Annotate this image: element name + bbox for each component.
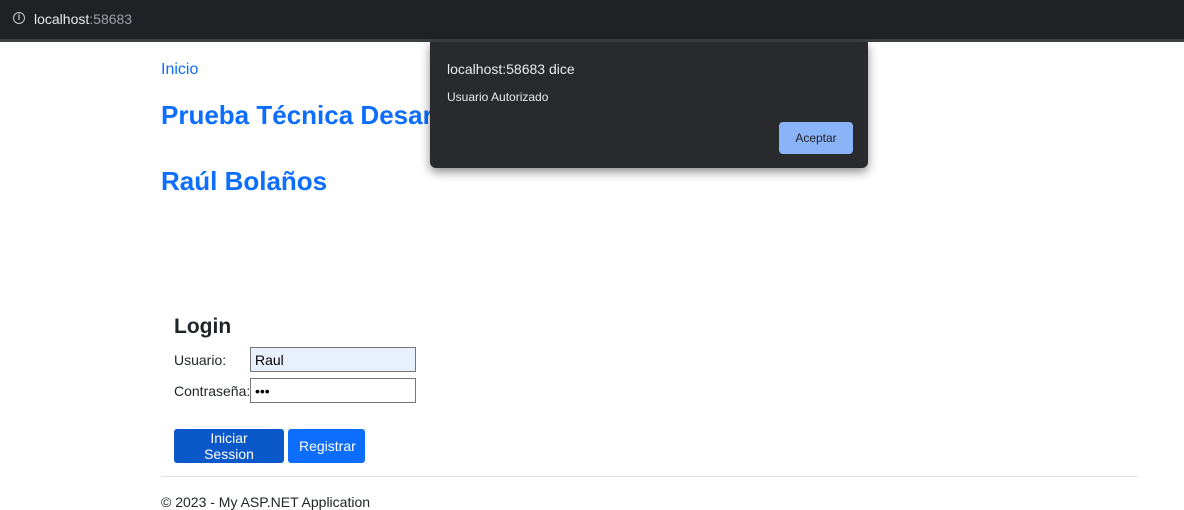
user-field[interactable] [250,347,416,372]
alert-dialog: localhost:58683 dice Usuario Autorizado … [430,42,868,168]
browser-address-bar[interactable]: i localhost:58683 [0,0,1184,42]
dialog-message: Usuario Autorizado [447,90,549,104]
address-url[interactable]: localhost:58683 [34,11,132,28]
dialog-title: localhost:58683 dice [447,61,575,77]
url-host: localhost [34,11,90,27]
footer-divider [161,476,1138,477]
footer-text: © 2023 - My ASP.NET Application [161,494,371,510]
author-name: Raúl Bolaños [161,166,328,196]
info-icon[interactable]: i [13,12,25,24]
user-label: Usuario: [174,352,227,368]
accept-button[interactable]: Aceptar [779,122,853,154]
register-button[interactable]: Registrar [288,429,365,463]
nav-home-link[interactable]: Inicio [161,61,198,79]
login-button[interactable]: Iniciar Session [174,429,284,463]
login-title: Login [174,315,232,338]
password-field[interactable] [250,378,416,403]
page-title: Prueba Técnica Desar [161,100,433,130]
url-port: :58683 [89,11,133,27]
password-label: Contraseña: [174,383,251,399]
